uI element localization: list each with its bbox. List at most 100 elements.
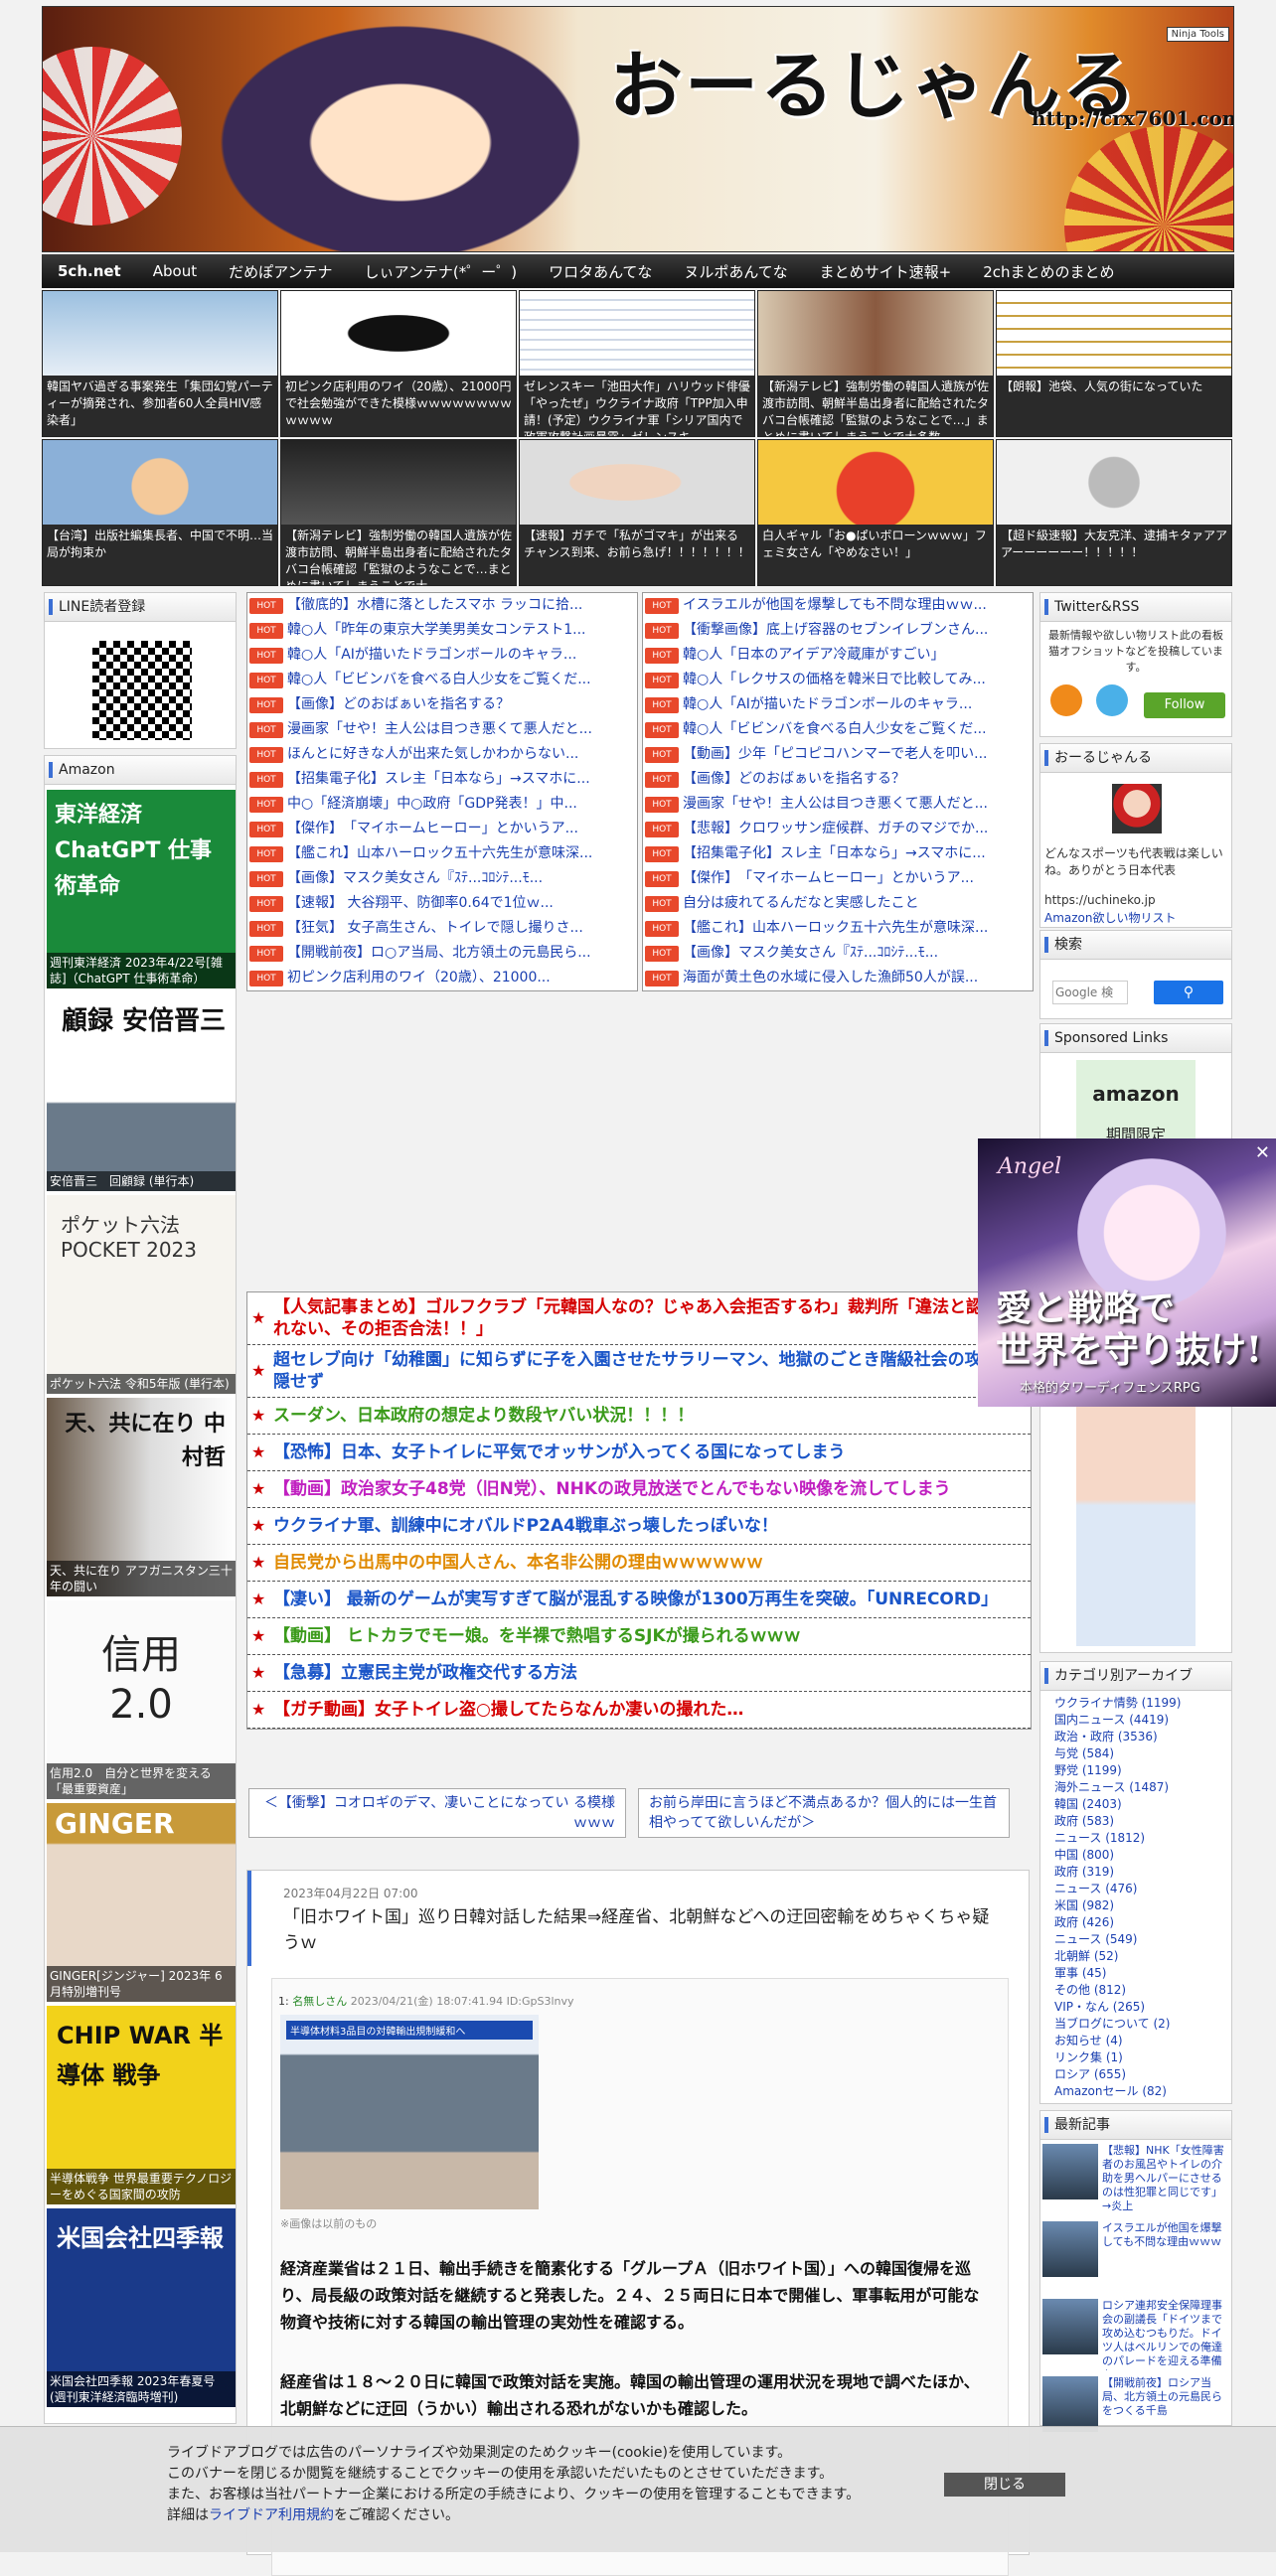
ranking-item[interactable]: HOT 初ピンク店利用のワイ（20歳）、21000... — [247, 966, 637, 990]
pickup-item[interactable]: ★ 【凄い】 最新のゲームが実写すぎて脳が混乱する映像が1300万再生を突破。「U… — [247, 1582, 1031, 1618]
ranking-item[interactable]: HOT 【画像】マスク美女さん『ｽﾃ...ｺﾛｼﾃ...ﾓ... — [247, 866, 637, 891]
pickup-item[interactable]: ★ 【恐怖】日本、女子トイレに平気でオッサンが入ってくる国になってしまう — [247, 1435, 1031, 1471]
category-link[interactable]: その他 (812) — [1054, 1982, 1231, 1999]
about-link-uchineko[interactable]: https://uchineko.jp — [1044, 893, 1156, 907]
nav-link-about[interactable]: About — [137, 262, 213, 280]
recent-article[interactable]: 【悲報】NHK「女性障害者のお風呂やトイレの介助を男ヘルパーにさせるのは性犯罪と… — [1042, 2144, 1229, 2217]
ranking-item[interactable]: HOT 【徹底的】水槽に落としたスマホ ラッコに拾... — [247, 593, 637, 618]
ranking-item[interactable]: HOT 韓○人「AIが描いたドラゴンボールのキャラ... — [247, 643, 637, 668]
ranking-item-link[interactable]: 漫画家「せや！主人公は目つき悪くて悪人だと... — [287, 717, 592, 742]
category-link[interactable]: ニュース (476) — [1054, 1881, 1231, 1897]
ranking-item-link[interactable]: 【動画】少年「ピコピコハンマーで老人を叩い... — [683, 742, 988, 767]
ranking-item-link[interactable]: 【衝撃画像】底上げ容器のセブンイレブンさん... — [683, 618, 988, 643]
ranking-item[interactable]: HOT 韓○人「日本のアイデア冷蔵庫がすごい」 — [643, 643, 1033, 668]
ranking-item-link[interactable]: 【速報】 大谷翔平、防御率0.64で1位ｗ... — [287, 891, 554, 916]
ranking-item[interactable]: HOT 中○「経済崩壊」中○政府「GDP発表！」中... — [247, 792, 637, 817]
category-link[interactable]: Amazonセール (82) — [1054, 2083, 1231, 2100]
category-link[interactable]: 政治・政府 (3536) — [1054, 1729, 1231, 1745]
pickup-link[interactable]: 【動画】政治家女子48党（旧N党）、NHKの政見放送でとんでもない映像を流してし… — [273, 1478, 951, 1500]
prev-article-link[interactable]: ＜【衝撃】コオロギのデマ、凄いことになってい る模様ｗｗｗ — [248, 1788, 626, 1838]
nav-link-shii[interactable]: しぃアンテナ(*゜ー゜) — [349, 261, 534, 282]
nav-link-matome-sokuhou[interactable]: まとめサイト速報+ — [804, 261, 968, 282]
pickup-link[interactable]: 【凄い】 最新のゲームが実写すぎて脳が混乱する映像が1300万再生を突破。「UN… — [273, 1589, 998, 1610]
ranking-item-link[interactable]: 【徹底的】水槽に落としたスマホ ラッコに拾... — [287, 593, 582, 618]
ranking-item-link[interactable]: 【傑作】 「マイホームヒーロー」とかいうア... — [683, 866, 974, 891]
ranking-item[interactable]: HOT 【動画】少年「ピコピコハンマーで老人を叩い... — [643, 742, 1033, 767]
nav-link-warota[interactable]: ワロタあんてな — [533, 261, 668, 282]
search-input[interactable] — [1052, 981, 1128, 1004]
cookie-close-button[interactable]: 閉じる — [944, 2473, 1065, 2497]
amazon-book[interactable]: CHIP WAR 半導体 戦争 半導体戦争 世界最重要テクノロジーをめぐる国家間の… — [47, 2006, 236, 2204]
ranking-item-link[interactable]: 【悲報】クロワッサン症候群、ガチのマジでか... — [683, 817, 988, 841]
ranking-item-link[interactable]: 韓○人「昨年の東京大学美男美女コンテスト1... — [287, 618, 585, 643]
ranking-item[interactable]: HOT 【狂気】 女子高生さん、トイレで隠し撮りさ... — [247, 916, 637, 941]
thumb-card[interactable]: 白人ギャル「お●ぱいボローンｗｗｗ」フェミ女さん「やめなさい！」 — [757, 439, 994, 586]
ranking-item[interactable]: HOT 【招集電子化】スレ主「日本なら」→スマホに... — [247, 767, 637, 792]
ranking-item-link[interactable]: 【画像】マスク美女さん『ｽﾃ...ｺﾛｼﾃ...ﾓ... — [287, 866, 543, 891]
ranking-item[interactable]: HOT 【画像】どのおばぁいを指名する？ — [247, 692, 637, 717]
thumb-card[interactable]: 【超ド級速報】大友克洋、逮捕キタァアアアーーーーーー！！！！！ — [996, 439, 1232, 586]
pickup-item[interactable]: ★ 【人気記事まとめ】ゴルフクラブ「元韓国人なの？じゃあ入会拒否するわ」裁判所「違… — [247, 1292, 1031, 1345]
ranking-item[interactable]: HOT 【艦これ】山本ハーロック五十六先生が意味深... — [643, 916, 1033, 941]
game-ad-popup[interactable]: Angel 愛と戦略で 世界を守り抜け! 本格的タワーディフェンスRPG ✕ — [978, 1138, 1276, 1407]
recent-article[interactable]: ロシア連邦安全保障理事会の副議長「ドイツまで攻め込むつもりだ。ドイツ人はベルリン… — [1042, 2299, 1229, 2372]
recent-article-link[interactable]: 【悲報】NHK「女性障害者のお風呂やトイレの介助を男ヘルパーにさせるのは性犯罪と… — [1102, 2144, 1227, 2215]
amazon-book[interactable]: 天、共に在り 中村哲 天、共に在り アフガニスタン三十年の闘い — [47, 1398, 236, 1596]
ranking-item-link[interactable]: 中○「経済崩壊」中○政府「GDP発表！」中... — [287, 792, 577, 817]
ranking-item[interactable]: HOT 自分は疲れてるんだなと実感したこと — [643, 891, 1033, 916]
category-link[interactable]: お知らせ (4) — [1054, 2033, 1231, 2049]
amazon-book[interactable]: 米国会社四季報 米国会社四季報 2023年春夏号 (週刊東洋経済臨時増刊) — [47, 2208, 236, 2407]
thumb-card[interactable]: 韓国ヤバ過ぎる事案発生「集団幻覚パーティーが摘発され、参加者60人全員HIV感染… — [42, 290, 278, 437]
ranking-item[interactable]: HOT 【傑作】 「マイホームヒーロー」とかいうア... — [247, 817, 637, 841]
thumb-card[interactable]: 初ピンク店利用のワイ（20歳）、21000円で社会勉強ができた模様ｗｗｗｗｗｗｗ… — [280, 290, 517, 437]
category-link[interactable]: 政府 (583) — [1054, 1813, 1231, 1830]
article-title[interactable]: 「旧ホワイト国」巡り日韓対話した結果⇒経産省、北朝鮮などへの迂回密輸をめちゃくち… — [283, 1904, 999, 1956]
terms-link[interactable]: ライブドア利用規約 — [209, 2507, 334, 2523]
thumb-card[interactable]: 【新潟テレビ】強制労働の韓国人遺族が佐渡市訪問、朝鮮半島出身者に配給されたタバコ… — [757, 290, 994, 437]
ranking-item-link[interactable]: ほんとに好きな人が出来た気しかわからない... — [287, 742, 578, 767]
ranking-item[interactable]: HOT 韓○人「ビビンバを食べる白人少女をご覧くだ... — [643, 717, 1033, 742]
recent-article-link[interactable]: イスラエルが他国を爆撃しても不問な理由ｗｗｗ — [1102, 2221, 1227, 2293]
pickup-link[interactable]: ウクライナ軍、訓練中にオバルドP2A4戦車ぶっ壊したっぽいな！ — [273, 1515, 778, 1537]
category-link[interactable]: ロシア (655) — [1054, 2066, 1231, 2083]
amazon-book[interactable]: 信用 2.0 信用2.0 自分と世界を変える「最重要資産」 — [47, 1600, 236, 1799]
pickup-link[interactable]: 【人気記事まとめ】ゴルフクラブ「元韓国人なの？じゃあ入会拒否するわ」裁判所「違法… — [273, 1296, 1031, 1340]
close-icon[interactable]: ✕ — [1255, 1142, 1270, 1163]
pickup-item[interactable]: ★ 【ガチ動画】女子トイレ盗○撮してたらなんか凄いの撮れた… — [247, 1692, 1031, 1729]
ranking-item-link[interactable]: 韓○人「レクサスの価格を韓米日で比較してみ... — [683, 668, 986, 692]
category-link[interactable]: リンク集 (1) — [1054, 2049, 1231, 2066]
recent-article-link[interactable]: ロシア連邦安全保障理事会の副議長「ドイツまで攻め込むつもりだ。ドイツ人はベルリン… — [1102, 2299, 1227, 2370]
category-link[interactable]: ニュース (549) — [1054, 1931, 1231, 1948]
pickup-item[interactable]: ★ 【急募】立憲民主党が政権交代する方法 — [247, 1655, 1031, 1692]
search-button[interactable]: ⚲ — [1154, 981, 1223, 1004]
ranking-item-link[interactable]: 【傑作】 「マイホームヒーロー」とかいうア... — [287, 817, 578, 841]
thumb-card[interactable]: 【朗報】池袋、人気の街になっていた — [996, 290, 1232, 437]
category-link[interactable]: 与党 (584) — [1054, 1745, 1231, 1762]
category-link[interactable]: ウクライナ情勢 (1199) — [1054, 1695, 1231, 1712]
ranking-item-link[interactable]: 【艦これ】山本ハーロック五十六先生が意味深... — [683, 916, 988, 941]
category-link[interactable]: 海外ニュース (1487) — [1054, 1779, 1231, 1796]
thumb-card[interactable]: 【新潟テレビ】強制労働の韓国人遺族が佐渡市訪問、朝鮮半島出身者に配給されたタバコ… — [280, 439, 517, 586]
next-article-link[interactable]: お前ら岸田に言うほど不満点あるか？個人的には一生首相やってて欲しいんだが＞ — [638, 1788, 1010, 1838]
nav-link-nurupo[interactable]: ヌルポあんてな — [668, 261, 803, 282]
category-link[interactable]: 北朝鮮 (52) — [1054, 1948, 1231, 1965]
category-link[interactable]: 米国 (982) — [1054, 1897, 1231, 1914]
ranking-item[interactable]: HOT 【衝撃画像】底上げ容器のセブンイレブンさん... — [643, 618, 1033, 643]
category-link[interactable]: ニュース (1812) — [1054, 1830, 1231, 1847]
ranking-item[interactable]: HOT 【招集電子化】スレ主「日本なら」→スマホに... — [643, 841, 1033, 866]
nav-link-5ch[interactable]: 5ch.net — [42, 262, 137, 280]
category-link[interactable]: 韓国 (2403) — [1054, 1796, 1231, 1813]
ranking-item[interactable]: HOT 韓○人「昨年の東京大学美男美女コンテスト1... — [247, 618, 637, 643]
pickup-item[interactable]: ★ 超セレブ向け「幼稚園」に知らずに子を入園させたサラリーマン、地獄のごとき階級社… — [247, 1345, 1031, 1398]
ranking-item-link[interactable]: 【画像】どのおばぁいを指名する？ — [287, 692, 510, 717]
site-banner[interactable]: おーるじゃんる http://crx7601.com Ninja Tools — [42, 6, 1234, 252]
pickup-link[interactable]: 自民党から出馬中の中国人さん、本名非公開の理由ｗｗｗｗｗｗ — [273, 1552, 763, 1574]
ranking-item[interactable]: HOT 【速報】 大谷翔平、防御率0.64で1位ｗ... — [247, 891, 637, 916]
about-link-wishlist[interactable]: Amazon欲しい物リスト — [1044, 909, 1177, 926]
ranking-item-link[interactable]: 韓○人「AIが描いたドラゴンボールのキャラ... — [683, 692, 972, 717]
pickup-item[interactable]: ★ 自民党から出馬中の中国人さん、本名非公開の理由ｗｗｗｗｗｗ — [247, 1545, 1031, 1582]
pickup-link[interactable]: 【ガチ動画】女子トイレ盗○撮してたらなんか凄いの撮れた… — [273, 1699, 743, 1721]
category-link[interactable]: 国内ニュース (4419) — [1054, 1712, 1231, 1729]
ranking-item-link[interactable]: 自分は疲れてるんだなと実感したこと — [683, 891, 919, 916]
ranking-item-link[interactable]: 【画像】マスク美女さん『ｽﾃ...ｺﾛｼﾃ...ﾓ... — [683, 941, 938, 966]
